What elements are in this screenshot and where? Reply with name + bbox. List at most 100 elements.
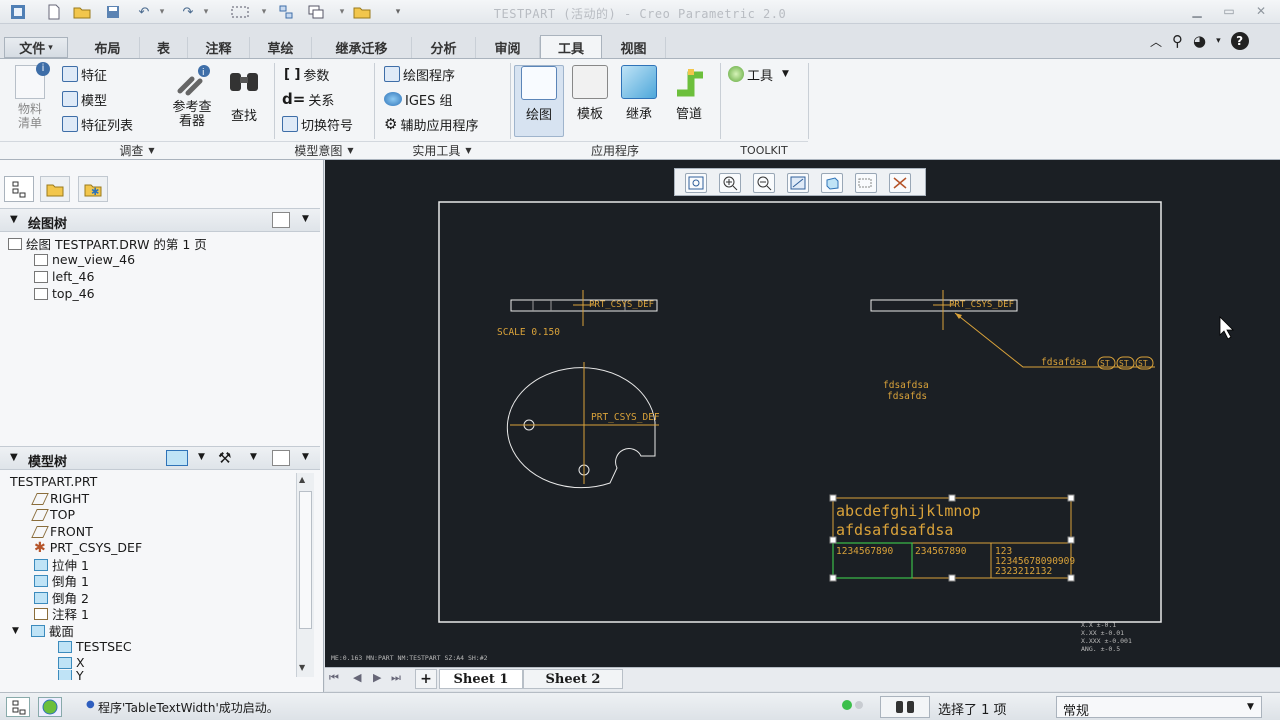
iges-group-label: IGES 组	[405, 93, 453, 109]
inherit-icon	[621, 65, 657, 99]
tree-item[interactable]: Y	[58, 670, 84, 680]
tab-view[interactable]: 视图	[602, 37, 666, 58]
tree-item[interactable]: 倒角 1	[34, 572, 89, 589]
note-line-1: fdsafdsa	[883, 380, 929, 391]
tab-label: 注释	[205, 42, 232, 57]
selection-filter-dropdown[interactable]: 常规 ▼	[1056, 696, 1262, 719]
collapse-icon[interactable]: ▼	[10, 452, 18, 463]
status-message: 程序'TableTextWidth'成功启动。	[98, 701, 279, 715]
toolkit-tools-button[interactable]: 工具 ▼	[728, 64, 789, 84]
model-button[interactable]: 模型	[62, 89, 107, 109]
find-button[interactable]	[880, 696, 930, 718]
browser-toggle-icon[interactable]	[38, 697, 62, 717]
tree-settings-icon[interactable]	[272, 212, 290, 228]
tab-layout[interactable]: 布局	[76, 37, 140, 58]
side-view	[870, 290, 1018, 330]
tree-item[interactable]: TOP	[31, 506, 75, 523]
display-style-icon[interactable]	[821, 173, 843, 193]
chevron-down-icon[interactable]: ▼	[302, 214, 309, 224]
datum-plane-icon	[31, 525, 49, 538]
chevron-down-icon[interactable]: ▼	[198, 452, 205, 462]
tab-file[interactable]: 文件 ▾	[4, 37, 68, 58]
folder-browser-tab-icon[interactable]	[40, 176, 70, 202]
iges-group-button[interactable]: IGES 组	[384, 89, 453, 109]
template-button[interactable]: 模板	[565, 65, 615, 137]
feature-button[interactable]: 特征	[62, 64, 107, 84]
model-tree-scrollbar[interactable]: ▲ ▼	[296, 473, 314, 677]
tab-tools[interactable]: 工具	[540, 35, 602, 58]
find-label: 查找	[230, 109, 257, 124]
sheet-tab-2[interactable]: Sheet 2	[523, 669, 623, 689]
tree-item[interactable]: TESTSEC	[58, 638, 132, 655]
group-utilities[interactable]: 实用工具 ▼	[374, 141, 510, 159]
inherit-button[interactable]: 继承	[614, 65, 664, 137]
tree-root[interactable]: TESTPART.PRT	[10, 473, 97, 490]
reference-viewer-button[interactable]: i 参考查 看器	[166, 65, 218, 137]
ribbon: i 物料 清单 特征 模型 特征列表 i 参考查 看器 查找 [ ] 参数 d= 关…	[0, 58, 1280, 160]
tree-item[interactable]: FRONT	[31, 523, 93, 540]
last-sheet-icon[interactable]: ⏭	[391, 671, 401, 685]
tab-analysis[interactable]: 分析	[412, 37, 476, 58]
group-investigate[interactable]: 调查 ▼	[0, 141, 274, 159]
navigator-toggle-icon[interactable]	[6, 697, 30, 717]
scroll-up-icon[interactable]: ▲	[299, 475, 305, 484]
favorites-tab-icon[interactable]: ✱	[78, 176, 108, 202]
drawing-app-button[interactable]: 绘图	[514, 65, 564, 137]
minimize-icon[interactable]: ▁	[1186, 3, 1208, 19]
parameters-button[interactable]: [ ] 参数	[284, 64, 329, 84]
extrude-icon	[34, 558, 48, 571]
refit-icon[interactable]	[685, 173, 707, 193]
tab-annotate[interactable]: 注释	[188, 37, 250, 58]
tab-table[interactable]: 表	[140, 37, 188, 58]
relations-button[interactable]: d= 关系	[282, 89, 334, 109]
scroll-down-icon[interactable]: ▼	[299, 663, 305, 672]
next-sheet-icon[interactable]: ▶	[373, 671, 381, 684]
group-label: 调查	[119, 144, 144, 158]
show-icon[interactable]	[166, 450, 188, 466]
close-icon[interactable]: ✕	[1250, 3, 1272, 19]
zoom-in-icon[interactable]	[719, 173, 741, 193]
scrollbar-thumb[interactable]	[299, 491, 312, 629]
prev-sheet-icon[interactable]: ◀	[353, 671, 361, 684]
group-label: 模型意图	[294, 144, 343, 158]
tree-settings-icon[interactable]	[272, 450, 290, 466]
switch-symbol-icon	[282, 116, 298, 132]
tree-item[interactable]: ✱ PRT_CSYS_DEF	[34, 539, 142, 556]
first-sheet-icon[interactable]: ⏮	[329, 671, 339, 685]
graphics-window[interactable]: PRT_CSYS_DEF SCALE 0.150 PRT_CSYS_DEF fd…	[325, 160, 1280, 667]
group-model-intent[interactable]: 模型意图 ▼	[274, 141, 374, 159]
chevron-down-icon[interactable]: ▼	[250, 452, 257, 462]
tab-review[interactable]: 审阅	[476, 37, 540, 58]
repaint-icon[interactable]	[787, 173, 809, 193]
model-tree-tab-icon[interactable]	[4, 176, 34, 202]
tree-item[interactable]: top_46	[34, 285, 95, 302]
find-button[interactable]: 查找	[220, 65, 268, 137]
tools-icon[interactable]: ⚒	[218, 449, 231, 467]
tree-item[interactable]: left_46	[34, 268, 94, 285]
switch-symbol-button[interactable]: 切换符号	[282, 114, 353, 134]
sheet-tab-1[interactable]: Sheet 1	[439, 669, 523, 689]
piping-button[interactable]: 管道	[664, 65, 714, 137]
maximize-icon[interactable]: ▭	[1218, 3, 1240, 19]
tree-item[interactable]: X	[58, 654, 85, 671]
tab-legacy-migration[interactable]: 继承迁移	[312, 37, 412, 58]
datum-display-icon[interactable]	[889, 173, 911, 193]
tree-item[interactable]: ▼ 截面	[12, 622, 74, 639]
drawing-program-button[interactable]: 绘图程序	[384, 64, 455, 84]
annotation-display-icon[interactable]	[855, 173, 877, 193]
braces-icon: [ ]	[284, 66, 301, 82]
tree-item[interactable]: 注释 1	[34, 605, 89, 622]
bom-button[interactable]: i 物料 清单	[6, 62, 54, 137]
view-icon	[34, 253, 48, 266]
tree-item[interactable]: RIGHT	[31, 490, 89, 507]
tab-sketch[interactable]: 草绘	[250, 37, 312, 58]
collapse-icon[interactable]: ▼	[10, 214, 18, 225]
tree-item[interactable]: new_view_46	[34, 251, 135, 268]
feature-list-button[interactable]: 特征列表	[62, 114, 133, 134]
add-sheet-button[interactable]: +	[415, 669, 437, 689]
zoom-out-icon[interactable]	[753, 173, 775, 193]
expand-icon[interactable]: ▼	[12, 626, 19, 636]
aux-app-button[interactable]: ⚙ 辅助应用程序	[384, 114, 478, 134]
tree-item[interactable]: 绘图 TESTPART.DRW 的第 1 页	[8, 235, 207, 252]
chevron-down-icon[interactable]: ▼	[302, 452, 309, 462]
